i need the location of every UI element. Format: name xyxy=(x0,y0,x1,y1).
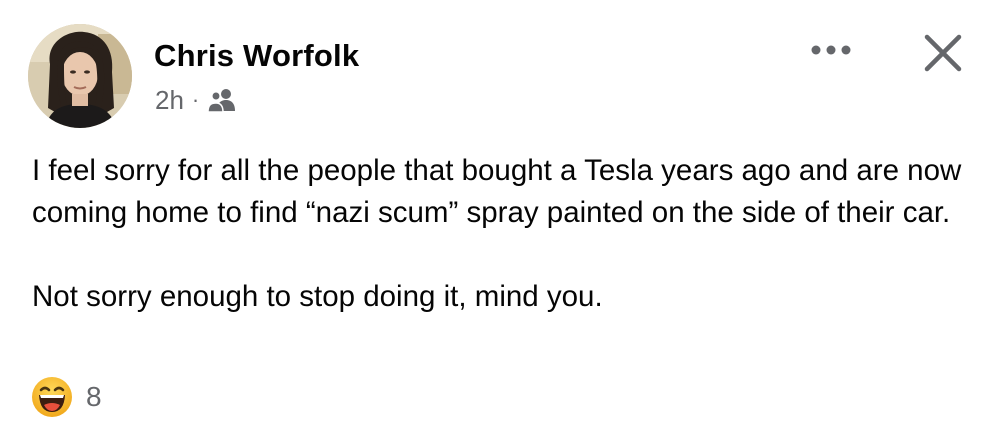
haha-emoji-icon xyxy=(32,377,72,417)
post-body: I feel sorry for all the people that bou… xyxy=(32,150,982,318)
close-button[interactable] xyxy=(918,28,968,78)
post-card: Chris Worfolk 2h · I feel sorry for all … xyxy=(0,0,1000,444)
friends-icon[interactable] xyxy=(207,87,237,113)
avatar-image xyxy=(28,24,132,128)
more-options-icon xyxy=(811,45,851,55)
close-icon xyxy=(924,34,962,72)
post-meta: 2h · xyxy=(155,84,237,116)
post-paragraph: I feel sorry for all the people that bou… xyxy=(32,154,962,229)
author-name[interactable]: Chris Worfolk xyxy=(154,38,359,74)
post-time[interactable]: 2h xyxy=(155,85,184,116)
reactions-summary[interactable]: 8 xyxy=(30,376,102,418)
more-options-button[interactable] xyxy=(806,30,856,70)
meta-separator: · xyxy=(191,87,200,112)
avatar[interactable] xyxy=(28,24,132,128)
reaction-count: 8 xyxy=(86,381,102,412)
post-paragraph: Not sorry enough to stop doing it, mind … xyxy=(32,280,603,313)
